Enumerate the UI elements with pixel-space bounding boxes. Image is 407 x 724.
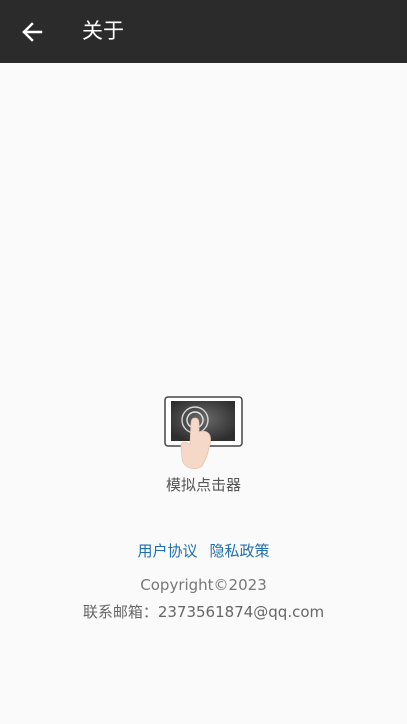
tap-screen-icon — [164, 396, 243, 470]
legal-links: 用户协议 隐私政策 — [0, 541, 407, 561]
arrow-left-icon — [22, 22, 43, 42]
app-bar: 关于 — [0, 0, 407, 63]
contact-email: 联系邮箱：2373561874@qq.com — [82, 603, 325, 621]
privacy-policy-link[interactable]: 隐私政策 — [210, 542, 270, 560]
page-title: 关于 — [82, 19, 124, 43]
app-name: 模拟点击器 — [165, 476, 241, 494]
app-logo — [164, 396, 244, 470]
back-button[interactable] — [12, 12, 52, 52]
user-agreement-link[interactable]: 用户协议 — [137, 542, 197, 560]
copyright-text: Copyright©2023 — [140, 576, 267, 594]
